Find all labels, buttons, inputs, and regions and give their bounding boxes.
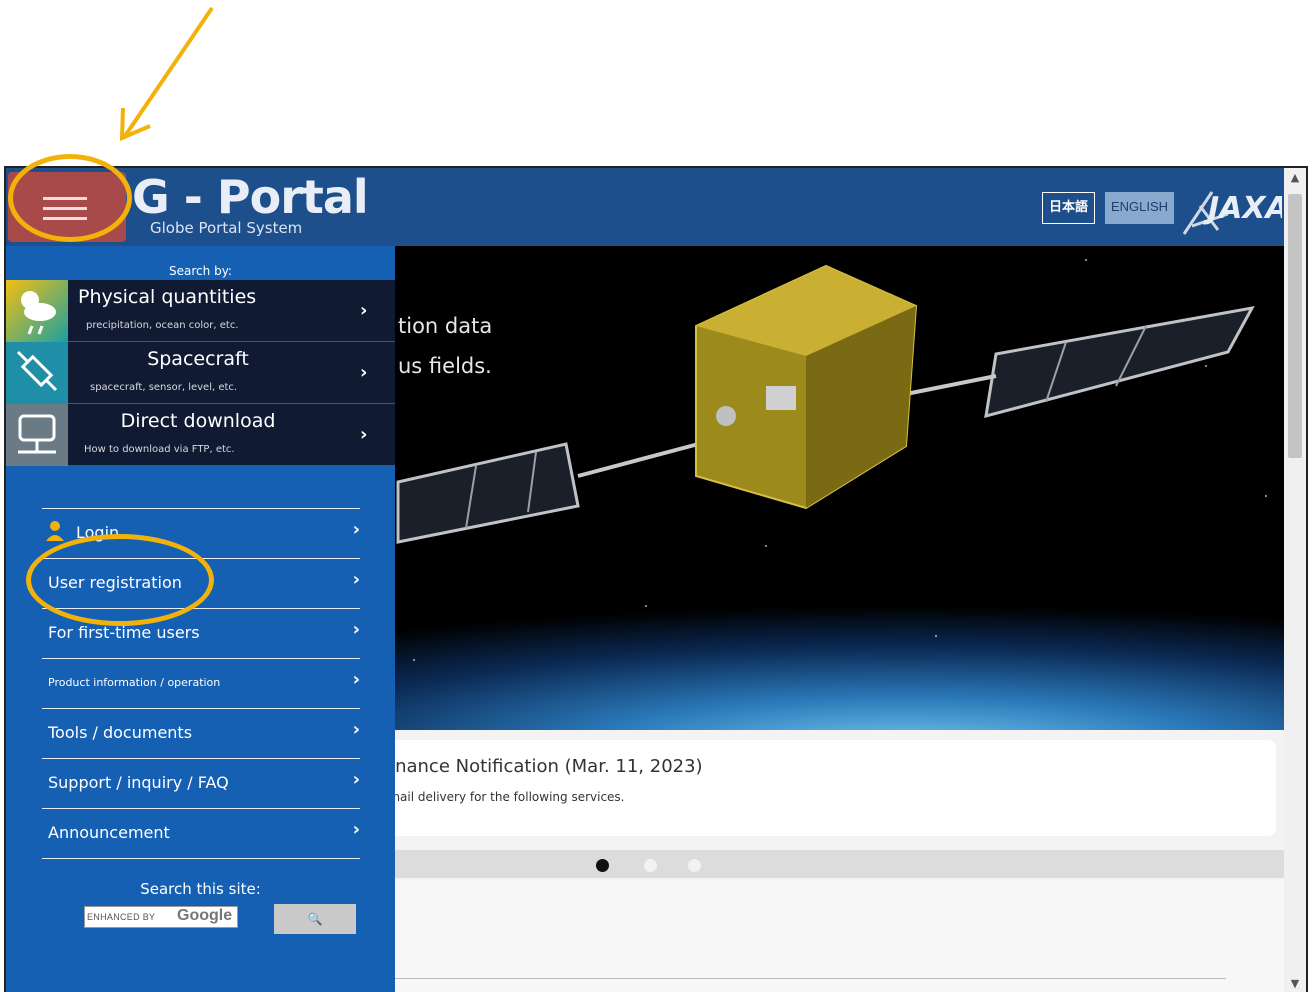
satellite-icon [6,342,68,404]
scroll-up-icon[interactable]: ▲ [1284,168,1306,188]
chevron-right-icon: › [360,362,368,383]
site-search-label: Search this site: [140,880,261,898]
nav-label: Announcement [48,823,170,842]
site-header: G - Portal Globe Portal System 日本語 ENGLI… [6,168,1284,246]
chevron-right-icon: › [352,669,360,690]
vertical-scrollbar[interactable]: ▲ ▼ [1284,168,1306,992]
news-title[interactable]: enance Notification (Mar. 11, 2023) [384,756,703,777]
scrollbar-thumb[interactable] [1288,194,1302,458]
menu-bar-icon [43,217,87,220]
chevron-right-icon: › [352,719,360,740]
category-title: Direct download [120,410,276,432]
nav-product-information[interactable]: Product information / operation › [42,658,360,708]
hero-text-line: tion data [398,314,493,338]
category-physical-quantities[interactable]: Physical quantities precipitation, ocean… [6,280,395,342]
g-portal-logo[interactable]: G - Portal Globe Portal System [132,170,369,237]
weather-icon [6,280,68,342]
jaxa-logo[interactable]: JAXA [1178,186,1282,238]
google-enhanced-label: ENHANCED BY [87,912,156,922]
google-logo: Google [177,907,233,924]
category-spacecraft[interactable]: Spacecraft spacecraft, sensor, level, et… [6,342,395,404]
nav-label: User registration [48,573,182,592]
jaxa-logo-text: JAXA [1203,191,1282,226]
nav-announcement[interactable]: Announcement › [42,808,360,858]
carousel-dot[interactable] [688,859,701,872]
side-menu-drawer: Search by: Physical quantities precipita… [6,246,395,992]
nav-first-time-users[interactable]: For first-time users › [42,608,360,658]
category-subtitle: precipitation, ocean color, etc. [86,320,239,331]
nav-label: Product information / operation [48,676,221,689]
carousel-dot[interactable] [596,859,609,872]
nav-label: Login [76,523,120,542]
nav-label: Support / inquiry / FAQ [48,773,229,792]
language-english-button[interactable]: ENGLISH [1105,192,1175,224]
news-subtitle: -mail delivery for the following service… [384,790,625,804]
menu-bar-icon [43,197,87,200]
nav-label: Tools / documents [48,723,193,742]
news-card[interactable]: enance Notification (Mar. 11, 2023) -mai… [336,740,1276,836]
category-title: Spacecraft [147,348,249,370]
search-by-label: Search by: [169,264,232,278]
scroll-down-icon[interactable]: ▼ [1284,974,1306,992]
chevron-right-icon: › [360,424,368,445]
nav-login[interactable]: Login › [42,508,360,558]
logo-title: G - Portal [132,170,369,224]
nav-support-inquiry-faq[interactable]: Support / inquiry / FAQ › [42,758,360,808]
nav-label: For first-time users [48,623,200,642]
browser-window: G - Portal Globe Portal System 日本語 ENGLI… [4,166,1308,992]
hamburger-menu-button[interactable] [8,172,126,242]
divider [394,978,1226,979]
nav-user-registration[interactable]: User registration › [42,558,360,608]
google-search-input[interactable]: ENHANCED BY Google [84,906,238,928]
chevron-right-icon: › [360,300,368,321]
carousel-dot[interactable] [644,859,657,872]
category-title: Physical quantities [78,286,257,308]
chevron-right-icon: › [352,819,360,840]
hero-text-line: us fields. [398,354,492,378]
menu-bar-icon [43,207,87,210]
search-icon: 🔍 [307,912,323,926]
nav-tools-documents[interactable]: Tools / documents › [42,708,360,758]
chevron-right-icon: › [352,769,360,790]
network-computer-icon [6,404,68,466]
language-japanese-button[interactable]: 日本語 [1042,192,1096,224]
category-subtitle: spacecraft, sensor, level, etc. [90,382,238,393]
chevron-right-icon: › [352,619,360,640]
chevron-right-icon: › [352,519,360,540]
chevron-right-icon: › [352,569,360,590]
user-icon [46,521,64,541]
category-direct-download[interactable]: Direct download How to download via FTP,… [6,404,395,466]
nav-divider [42,858,360,859]
search-button[interactable]: 🔍 [274,904,356,934]
category-subtitle: How to download via FTP, etc. [84,444,235,455]
